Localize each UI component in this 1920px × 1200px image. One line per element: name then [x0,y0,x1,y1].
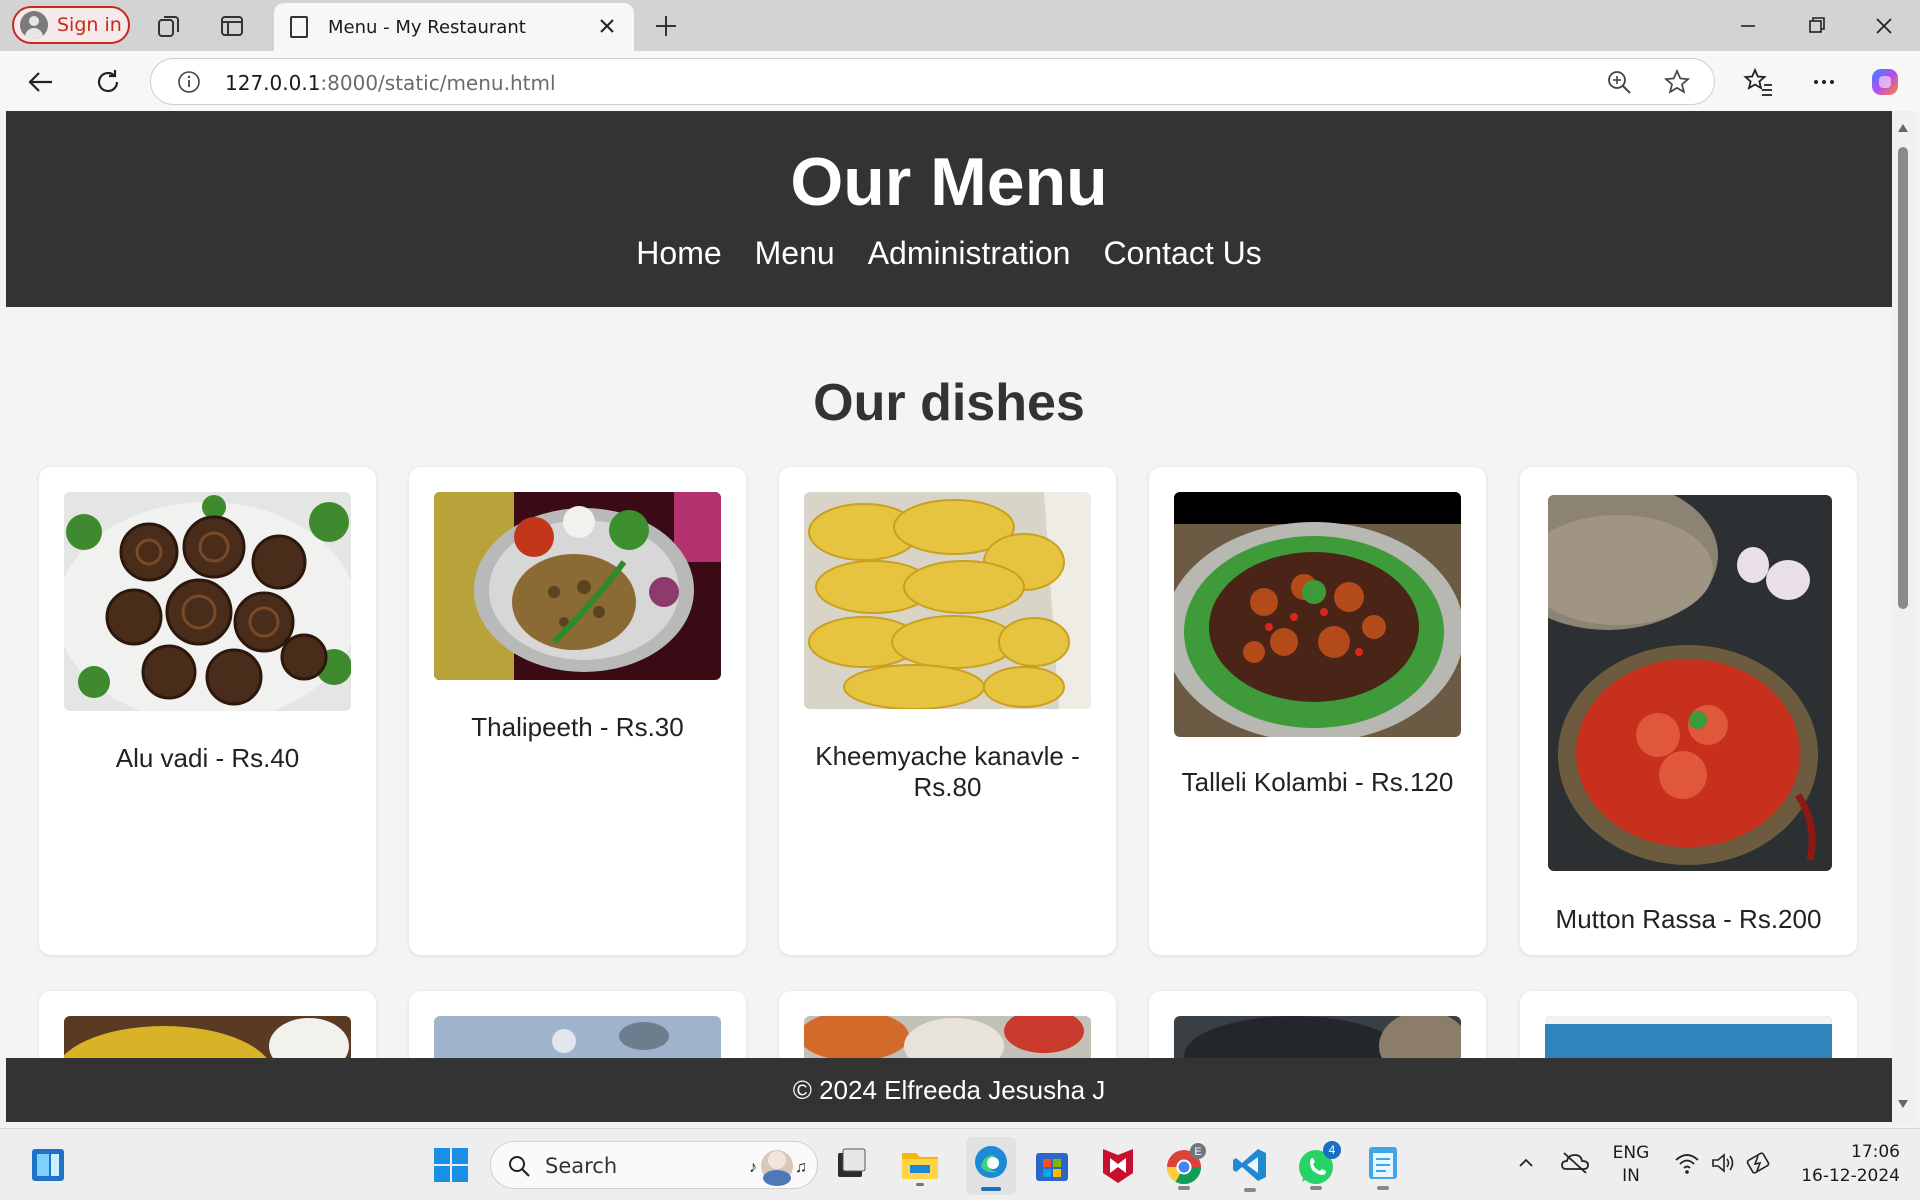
back-arrow-icon[interactable] [24,65,58,99]
site-nav: Home Menu Administration Contact Us [6,235,1892,272]
page-scrollbar[interactable] [1892,111,1914,1122]
notification-badge: 4 [1329,1143,1336,1157]
wifi-icon[interactable] [1674,1151,1700,1180]
close-window-icon[interactable] [1864,8,1904,44]
zoom-icon[interactable] [1606,69,1632,100]
workspaces-icon[interactable] [153,10,185,42]
scroll-down-arrow-icon[interactable] [1897,1099,1909,1109]
site-info-icon[interactable] [177,70,201,94]
chrome-profile-badge: E [1194,1146,1201,1158]
region-code: IN [1622,1166,1640,1186]
nav-link-menu[interactable]: Menu [755,235,835,272]
dish-caption-line: Kheemyache kanavle - [815,741,1080,771]
tab-title: Menu - My Restaurant [328,16,526,38]
favorites-list-icon[interactable] [1742,65,1776,99]
url-path: :8000/static/menu.html [320,71,556,95]
site-footer: © 2024 Elfreeda Jesusha J [6,1058,1892,1122]
dish-caption: Mutton Rassa - Rs.200 [1555,904,1822,934]
dish-card[interactable]: Alu vadi - Rs.40 [39,467,376,955]
dish-card[interactable]: Talleli Kolambi - Rs.120 [1149,467,1486,955]
favorite-star-icon[interactable] [1663,68,1691,101]
minimize-icon[interactable] [1728,8,1768,44]
notepad-icon[interactable] [1366,1143,1400,1190]
start-windows-icon[interactable] [433,1147,469,1188]
windows-taskbar: Search ♪ ♫ E 4 ENG IN 17:06 16-12-2024 [0,1128,1920,1200]
nav-link-administration[interactable]: Administration [868,235,1071,272]
whatsapp-icon[interactable]: 4 [1296,1141,1342,1192]
page-title: Our Menu [790,144,1108,220]
new-tab-plus-icon[interactable] [650,10,682,42]
dish-image-thalipeeth [434,492,721,680]
copilot-icon[interactable] [1868,65,1902,99]
running-indicator [1377,1186,1389,1190]
browser-toolbar: 127.0.0.1:8000/static/menu.html [0,51,1920,111]
sign-in-label: Sign in [57,14,122,36]
task-view-icon[interactable] [834,1145,870,1190]
dish-caption: Kheemyache kanavle - Rs.80 [799,741,1096,803]
url-text: 127.0.0.1:8000/static/menu.html [225,71,556,95]
edge-icon [975,1146,1007,1178]
dish-image-talleli-kolambi [1174,492,1461,737]
scroll-up-arrow-icon[interactable] [1897,123,1909,133]
dish-caption-line: Rs.80 [913,772,982,802]
nav-link-home[interactable]: Home [636,235,721,272]
dish-image-kheemyache-kanavle [804,492,1091,709]
browser-tab-active[interactable]: Menu - My Restaurant [274,3,634,51]
dish-image-mutton-rassa [1548,495,1832,871]
active-indicator [981,1187,1001,1191]
vscode-icon[interactable] [1232,1147,1268,1192]
file-explorer-icon[interactable] [900,1143,940,1192]
dish-caption: Thalipeeth - Rs.30 [471,712,684,742]
scrollbar-thumb[interactable] [1898,147,1908,609]
svg-text:♫: ♫ [795,1159,807,1176]
page-viewport: Our Menu Home Menu Administration Contac… [6,111,1892,1122]
sign-in-button[interactable]: Sign in [12,6,130,44]
browser-tab-bar: Sign in Menu - My Restaurant [0,0,1920,51]
dish-caption: Talleli Kolambi - Rs.120 [1181,767,1454,797]
search-highlight-icon: ♪ ♫ [749,1150,807,1186]
refresh-icon[interactable] [91,65,125,99]
tab-actions-icon[interactable] [216,10,248,42]
clock-date: 16-12-2024 [1801,1166,1900,1186]
dish-caption: Alu vadi - Rs.40 [115,743,300,773]
volume-icon[interactable] [1710,1151,1736,1180]
running-indicator [1244,1188,1256,1192]
dish-card[interactable]: Kheemyache kanavle - Rs.80 [779,467,1116,955]
nav-link-contact-us[interactable]: Contact Us [1103,235,1261,272]
clock-time: 17:06 [1851,1142,1900,1162]
restore-icon[interactable] [1796,8,1836,44]
site-header: Our Menu Home Menu Administration Contac… [6,111,1892,307]
url-host: 127.0.0.1 [225,71,321,95]
language-indicator[interactable]: ENG IN [1604,1143,1658,1186]
mcafee-icon[interactable] [1100,1145,1136,1190]
profile-icon [20,11,48,39]
battery-charging-icon[interactable] [1744,1151,1772,1180]
clock[interactable]: 17:06 16-12-2024 [1788,1142,1900,1186]
address-bar[interactable]: 127.0.0.1:8000/static/menu.html [150,58,1715,105]
chrome-icon[interactable]: E [1164,1143,1208,1192]
section-heading: Our dishes [813,374,1085,432]
running-indicator [1310,1186,1322,1190]
microsoft-store-icon[interactable] [1034,1147,1070,1188]
onedrive-offline-icon[interactable] [1560,1149,1590,1182]
taskbar-search-box[interactable]: Search ♪ ♫ [490,1141,818,1189]
widgets-icon[interactable] [30,1147,66,1188]
page-document-icon [290,16,308,38]
tray-overflow-chevron-icon[interactable] [1516,1153,1536,1178]
running-indicator [1178,1186,1190,1190]
search-icon [509,1156,530,1177]
dish-image-alu-vadi [64,492,351,711]
taskbar-search-label: Search [545,1154,618,1178]
dish-card[interactable]: Mutton Rassa - Rs.200 [1520,467,1857,955]
svg-text:♪: ♪ [749,1159,757,1176]
edge-taskbar-button[interactable] [966,1137,1016,1195]
language-code: ENG [1612,1143,1650,1163]
tab-close-icon[interactable] [596,15,618,37]
dish-card[interactable]: Thalipeeth - Rs.30 [409,467,746,955]
more-options-icon[interactable] [1807,65,1841,99]
